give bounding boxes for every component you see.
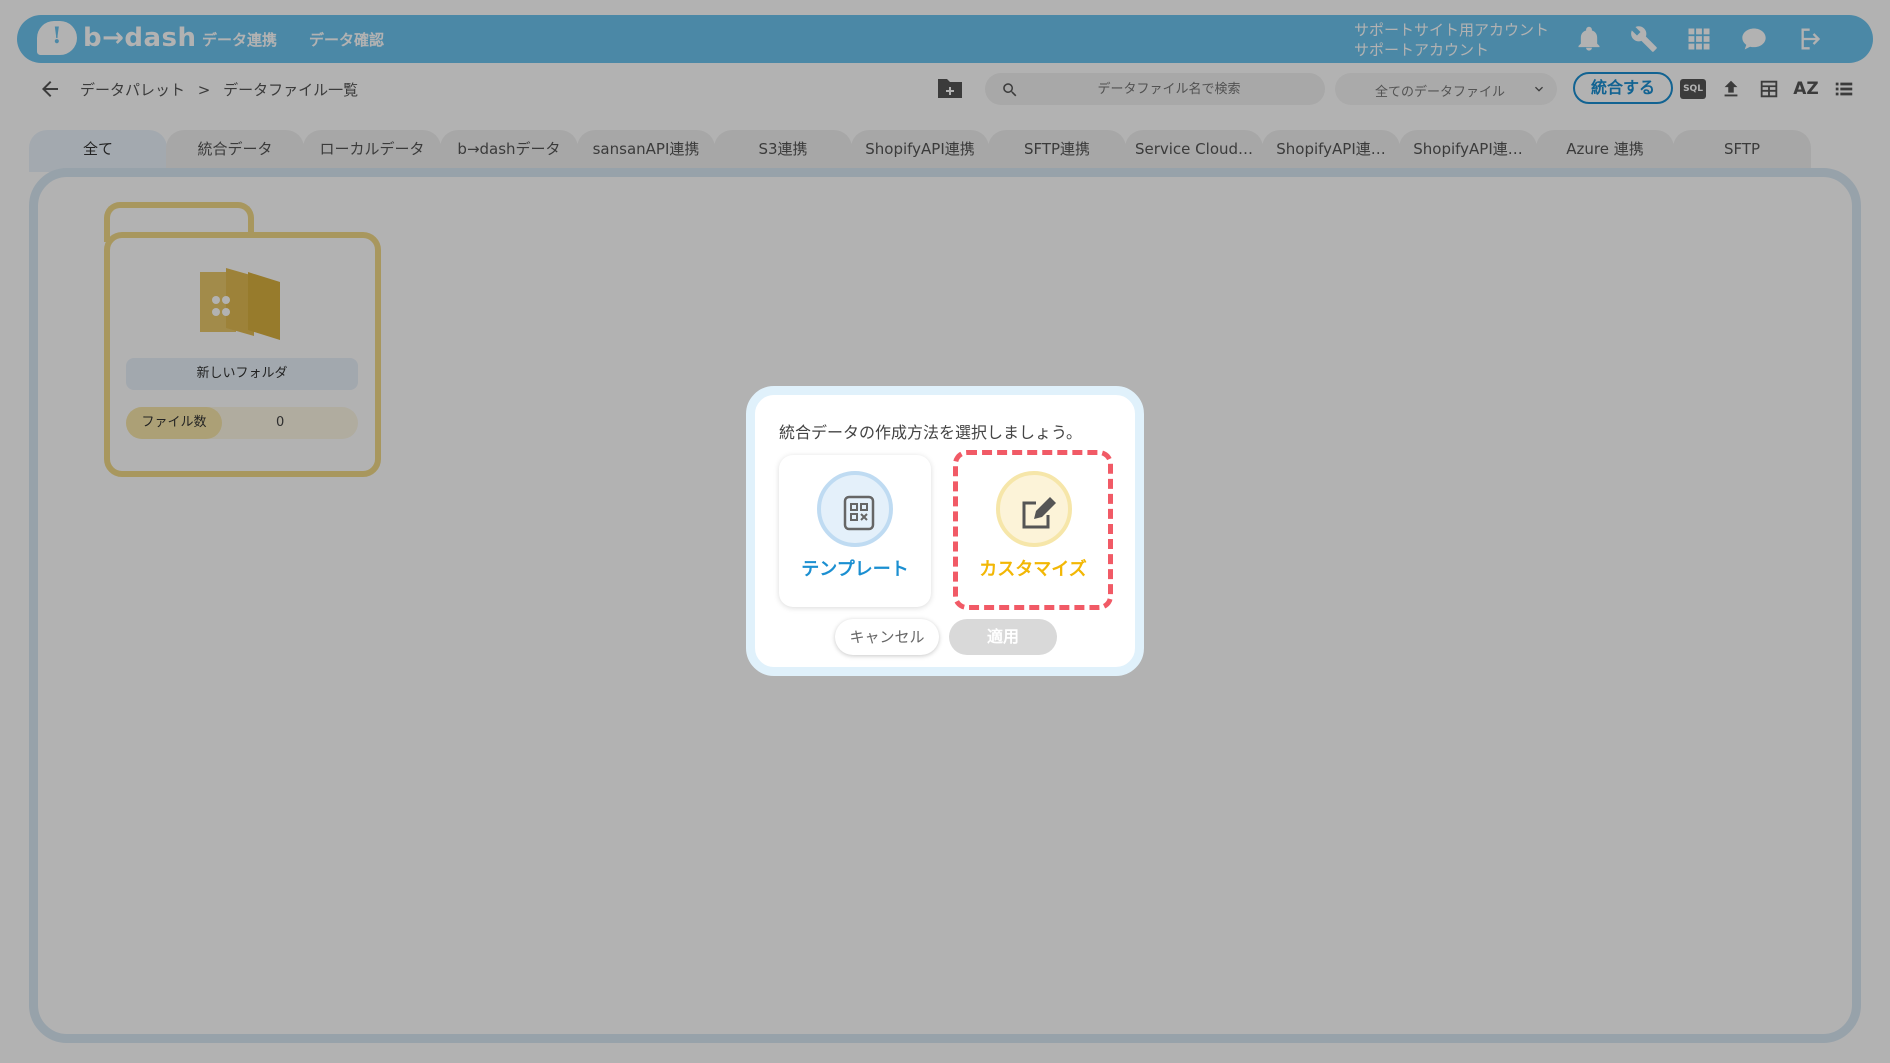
- template-icon: [843, 495, 875, 531]
- cancel-button[interactable]: キャンセル: [835, 619, 939, 655]
- create-method-dialog: 統合データの作成方法を選択しましょう。 テンプレート カスタマイズ キャンセル …: [746, 386, 1144, 676]
- apply-button[interactable]: 適用: [949, 619, 1057, 655]
- option-customize[interactable]: カスタマイズ: [953, 450, 1113, 610]
- template-icon-circle: [817, 471, 893, 547]
- edit-icon: [1022, 497, 1056, 529]
- option-template[interactable]: テンプレート: [779, 455, 931, 607]
- customize-label: カスタマイズ: [979, 559, 1087, 580]
- customize-icon-circle: [996, 471, 1072, 547]
- template-label: テンプレート: [801, 559, 909, 580]
- dialog-title: 統合データの作成方法を選択しましょう。: [779, 423, 1083, 442]
